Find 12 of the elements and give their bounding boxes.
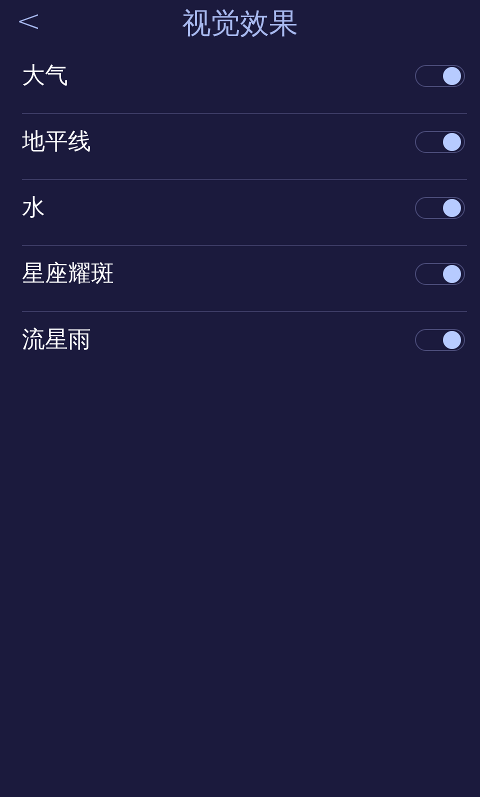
- toggle-switch[interactable]: [415, 64, 465, 86]
- setting-label: 水: [22, 194, 45, 223]
- setting-label: 大气: [22, 62, 68, 91]
- back-button[interactable]: <: [10, 4, 48, 39]
- toggle-switch[interactable]: [415, 262, 465, 284]
- toggle-switch[interactable]: [415, 196, 465, 218]
- setting-label: 星座耀斑: [22, 260, 114, 289]
- setting-label: 地平线: [22, 128, 91, 157]
- setting-label: 流星雨: [22, 326, 91, 355]
- toggle-switch[interactable]: [415, 328, 465, 350]
- page-title: 视觉效果: [182, 5, 298, 42]
- toggle-switch[interactable]: [415, 130, 465, 152]
